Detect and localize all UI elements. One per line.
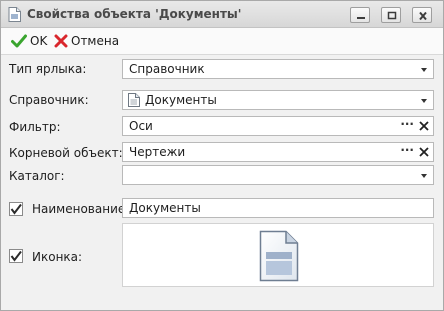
root-object-value: Чертежи	[129, 145, 186, 159]
ellipsis-button[interactable]: ···	[400, 143, 414, 157]
minimize-button[interactable]	[350, 7, 370, 23]
ellipsis-button[interactable]: ···	[400, 117, 414, 131]
directory-value: Документы	[145, 93, 217, 107]
document-icon	[128, 93, 140, 107]
root-object-label: Корневой объект:	[9, 146, 123, 160]
shortcut-type-select[interactable]: Справочник	[122, 59, 434, 79]
maximize-icon	[387, 11, 397, 20]
shortcut-type-value: Справочник	[129, 62, 205, 76]
chevron-down-icon[interactable]	[421, 99, 427, 103]
dialog-window: Свойства объекта 'Документы' OK Отмена Т…	[0, 0, 444, 311]
root-object-field[interactable]: Чертежи ···	[122, 142, 434, 162]
clear-icon[interactable]	[418, 145, 430, 159]
cross-icon	[54, 34, 68, 48]
window-title: Свойства объекта 'Документы'	[27, 7, 242, 21]
maximize-button[interactable]	[381, 7, 401, 23]
document-icon	[259, 230, 299, 282]
filter-value: Оси	[129, 119, 153, 133]
icon-label: Иконка:	[32, 250, 83, 264]
name-input[interactable]: Документы	[122, 198, 434, 218]
document-icon	[8, 7, 21, 22]
name-value: Документы	[129, 201, 201, 215]
cancel-button[interactable]: Отмена	[54, 32, 119, 50]
close-icon	[419, 11, 427, 21]
close-button[interactable]	[412, 7, 432, 23]
cancel-label: Отмена	[71, 34, 120, 48]
filter-label: Фильтр:	[9, 120, 61, 134]
directory-label: Справочник:	[9, 93, 89, 107]
shortcut-type-label: Тип ярлыка:	[9, 62, 87, 76]
title-bar[interactable]: Свойства объекта 'Документы'	[1, 1, 443, 28]
icon-preview[interactable]	[122, 223, 434, 287]
name-label: Наименование:	[32, 202, 130, 216]
catalog-select[interactable]	[122, 165, 434, 185]
directory-select[interactable]: Документы	[122, 90, 434, 110]
filter-field[interactable]: Оси ···	[122, 116, 434, 136]
chevron-down-icon[interactable]	[421, 174, 427, 178]
minimize-icon	[357, 17, 365, 19]
toolbar: OK Отмена	[1, 28, 443, 55]
icon-checkbox[interactable]	[9, 249, 23, 263]
chevron-down-icon[interactable]	[421, 68, 427, 72]
name-checkbox[interactable]	[9, 202, 23, 216]
catalog-label: Каталог:	[9, 169, 65, 183]
ok-label: OK	[30, 34, 48, 48]
ok-button[interactable]: OK	[11, 32, 47, 50]
checkmark-icon	[11, 34, 27, 48]
clear-icon[interactable]	[418, 119, 430, 133]
